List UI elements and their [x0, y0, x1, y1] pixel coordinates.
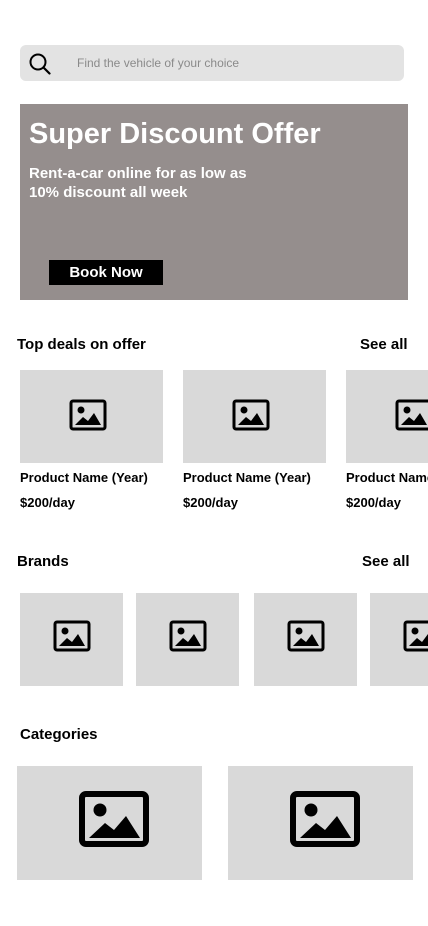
image-placeholder-icon — [232, 399, 270, 431]
promo-banner: Super Discount Offer Rent-a-car online f… — [20, 104, 408, 300]
image-placeholder-icon — [403, 620, 428, 652]
product-card[interactable]: Product Name (Year) $200/day — [183, 370, 326, 515]
brand-tile[interactable] — [20, 593, 123, 686]
category-tile[interactable] — [228, 766, 413, 880]
product-image — [346, 370, 428, 463]
image-placeholder-icon — [53, 620, 91, 652]
product-card[interactable]: Product Name (Year) $200/day — [20, 370, 163, 515]
image-placeholder-icon — [395, 399, 428, 431]
brands-see-all-link[interactable]: See all — [362, 553, 410, 570]
product-price: $200/day — [346, 495, 401, 510]
product-name: Product Name (Year) — [20, 470, 148, 485]
product-card[interactable]: Product Name (Year) $200/day — [346, 370, 428, 515]
product-image — [20, 370, 163, 463]
image-placeholder-icon — [290, 791, 360, 847]
brand-tile[interactable] — [370, 593, 428, 686]
product-name: Product Name (Year) — [183, 470, 311, 485]
banner-title: Super Discount Offer — [29, 118, 321, 150]
category-tile[interactable] — [17, 766, 202, 880]
image-placeholder-icon — [69, 399, 107, 431]
top-deals-see-all-link[interactable]: See all — [360, 336, 408, 353]
banner-subtitle: Rent-a-car online for as low as 10% disc… — [29, 165, 247, 201]
product-price: $200/day — [183, 495, 238, 510]
image-placeholder-icon — [169, 620, 207, 652]
search-icon[interactable] — [29, 53, 51, 75]
search-bar[interactable] — [20, 45, 404, 81]
image-placeholder-icon — [287, 620, 325, 652]
categories-title: Categories — [20, 726, 98, 743]
top-deals-title: Top deals on offer — [17, 336, 146, 353]
brand-tile[interactable] — [254, 593, 357, 686]
product-name: Product Name (Year) — [346, 470, 428, 485]
product-image — [183, 370, 326, 463]
brands-title: Brands — [17, 553, 69, 570]
search-input[interactable] — [77, 45, 387, 81]
image-placeholder-icon — [79, 791, 149, 847]
book-now-button[interactable]: Book Now — [49, 260, 163, 285]
brand-tile[interactable] — [136, 593, 239, 686]
product-price: $200/day — [20, 495, 75, 510]
